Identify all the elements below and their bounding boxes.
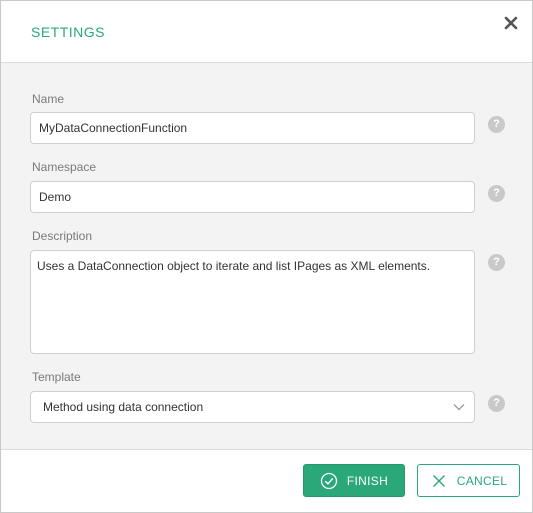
finish-button[interactable]: FINISH <box>303 464 405 497</box>
name-input[interactable] <box>30 112 475 144</box>
template-select[interactable]: Method using data connection <box>30 391 475 423</box>
settings-dialog: SETTINGS Name ? Namespace ? Description … <box>0 0 533 513</box>
cancel-label: CANCEL <box>456 473 508 488</box>
dialog-footer: FINISH CANCEL <box>1 449 532 512</box>
finish-label: FINISH <box>346 473 389 488</box>
template-help-icon[interactable]: ? <box>488 395 505 412</box>
template-label: Template <box>32 370 81 384</box>
dialog-header: SETTINGS <box>1 1 532 63</box>
chevron-down-icon <box>453 404 465 411</box>
namespace-label: Namespace <box>32 160 97 174</box>
name-help-icon[interactable]: ? <box>488 116 505 133</box>
check-circle-icon <box>320 472 338 489</box>
name-label: Name <box>32 92 65 106</box>
dialog-title: SETTINGS <box>31 24 106 40</box>
close-icon[interactable] <box>501 13 521 33</box>
description-label: Description <box>32 229 93 243</box>
close-icon <box>432 474 445 487</box>
cancel-button[interactable]: CANCEL <box>417 464 520 497</box>
dialog-body: Name ? Namespace ? Description Uses a Da… <box>1 63 532 449</box>
template-selected-value: Method using data connection <box>43 400 204 414</box>
namespace-input[interactable] <box>30 181 475 213</box>
namespace-help-icon[interactable]: ? <box>488 185 505 202</box>
description-textarea[interactable]: Uses a DataConnection object to iterate … <box>30 250 475 354</box>
description-help-icon[interactable]: ? <box>488 254 505 271</box>
